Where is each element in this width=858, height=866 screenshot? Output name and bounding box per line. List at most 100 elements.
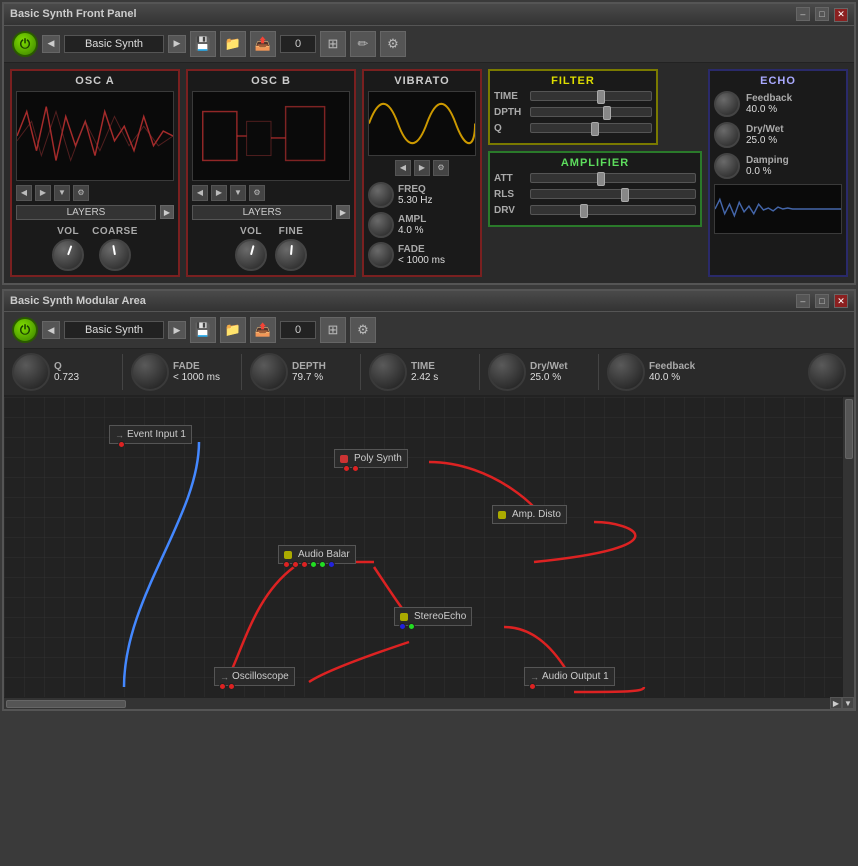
osc-a-play-btn[interactable]: ▶ <box>35 185 51 201</box>
modular-power-button[interactable]: ⏻ <box>12 317 38 343</box>
poly-synth-port-1[interactable] <box>343 465 350 472</box>
close-button[interactable]: ✕ <box>834 8 848 22</box>
strip-q-knob[interactable] <box>12 353 50 391</box>
modular-maximize-button[interactable]: □ <box>815 294 829 308</box>
settings-button[interactable]: ⚙ <box>380 31 406 57</box>
event-input-node[interactable]: → Event Input 1 <box>109 425 192 444</box>
audio-balar-port-r2[interactable] <box>292 561 299 568</box>
filter-dpth-thumb[interactable] <box>603 106 611 120</box>
osc-a-prev-btn[interactable]: ◀ <box>16 185 32 201</box>
amp-drv-thumb[interactable] <box>580 204 588 218</box>
audio-balar-port-b1[interactable] <box>328 561 335 568</box>
stereo-echo-port-g1[interactable] <box>408 623 415 630</box>
modular-counter[interactable]: 0 <box>280 321 316 339</box>
osc-b-fine-knob[interactable] <box>275 239 307 271</box>
scroll-arrow-down[interactable]: ▼ <box>842 697 854 709</box>
oscilloscope-port-r2[interactable] <box>228 683 235 690</box>
modular-close-button[interactable]: ✕ <box>834 294 848 308</box>
export-preset-button[interactable]: 📤 <box>250 31 276 57</box>
vibrato-play-btn[interactable]: ▶ <box>414 160 430 176</box>
filter-time-thumb[interactable] <box>597 90 605 104</box>
osc-a-layers-arrow[interactable]: ▶ <box>160 205 174 219</box>
audio-output-node[interactable]: → Audio Output 1 <box>524 667 615 686</box>
osc-b-vol-knob[interactable] <box>235 239 267 271</box>
echo-drywet-knob[interactable] <box>714 122 740 148</box>
event-input-port-red[interactable] <box>118 441 125 448</box>
filter-time-track[interactable] <box>530 91 652 101</box>
power-button[interactable]: ⏻ <box>12 31 38 57</box>
amp-rls-track[interactable] <box>530 189 696 199</box>
modular-export-btn[interactable]: 📤 <box>250 317 276 343</box>
strip-feedback-knob[interactable] <box>607 353 645 391</box>
amp-rls-thumb[interactable] <box>621 188 629 202</box>
amp-disto-node[interactable]: Amp. Disto <box>492 505 567 524</box>
strip-drywet-knob[interactable] <box>488 353 526 391</box>
load-preset-button[interactable]: 📁 <box>220 31 246 57</box>
osc-b-layers-arrow[interactable]: ▶ <box>336 205 350 219</box>
modular-win-buttons: – □ ✕ <box>794 294 848 309</box>
amp-att-thumb[interactable] <box>597 172 605 186</box>
echo-damping-knob[interactable] <box>714 153 740 179</box>
counter-field[interactable]: 0 <box>280 35 316 53</box>
stereo-echo-port-b1[interactable] <box>399 623 406 630</box>
modular-next-btn[interactable]: ▶ <box>168 321 186 339</box>
osc-a-down-btn[interactable]: ▼ <box>54 185 70 201</box>
audio-balar-port-g2[interactable] <box>319 561 326 568</box>
osc-b-play-btn[interactable]: ▶ <box>211 185 227 201</box>
edit-button[interactable]: ✏ <box>350 31 376 57</box>
filter-q-thumb[interactable] <box>591 122 599 136</box>
poly-synth-node[interactable]: Poly Synth <box>334 449 408 468</box>
oscilloscope-node[interactable]: → Oscilloscope <box>214 667 295 686</box>
osc-b-down-btn[interactable]: ▼ <box>230 185 246 201</box>
vertical-scrollbar[interactable] <box>842 397 854 697</box>
osc-b-settings-btn[interactable]: ⚙ <box>249 185 265 201</box>
amp-att-track[interactable] <box>530 173 696 183</box>
vibrato-ampl-knob[interactable] <box>368 212 394 238</box>
echo-drywet-row: Dry/Wet 25.0 % <box>714 122 842 148</box>
strip-time-knob[interactable] <box>369 353 407 391</box>
horizontal-scrollbar-thumb[interactable] <box>6 700 126 708</box>
audio-balar-node[interactable]: Audio Balar <box>278 545 356 564</box>
modular-minimize-button[interactable]: – <box>796 294 810 308</box>
modular-settings-btn[interactable]: ⚙ <box>350 317 376 343</box>
modular-load-btn[interactable]: 📁 <box>220 317 246 343</box>
osc-a-coarse-knob[interactable] <box>99 239 131 271</box>
modular-save-btn[interactable]: 💾 <box>190 317 216 343</box>
strip-depth-knob[interactable] <box>250 353 288 391</box>
audio-balar-port-r1[interactable] <box>283 561 290 568</box>
next-preset-button[interactable]: ▶ <box>168 35 186 53</box>
vibrato-freq-knob[interactable] <box>368 182 394 208</box>
strip-fade-knob[interactable] <box>131 353 169 391</box>
modular-prev-btn[interactable]: ◀ <box>42 321 60 339</box>
save-preset-button[interactable]: 💾 <box>190 31 216 57</box>
filter-q-track[interactable] <box>530 123 652 133</box>
strip-last-knob[interactable] <box>808 353 846 391</box>
vibrato-settings-btn[interactable]: ⚙ <box>433 160 449 176</box>
osc-a-settings-btn[interactable]: ⚙ <box>73 185 89 201</box>
vibrato-fade-knob[interactable] <box>368 242 394 268</box>
random-button[interactable]: ⊞ <box>320 31 346 57</box>
strip-q-value: 0.723 <box>54 372 114 383</box>
horizontal-scrollbar[interactable] <box>4 697 830 709</box>
amp-drv-track[interactable] <box>530 205 696 215</box>
scroll-arrow-right[interactable]: ▶ <box>830 697 842 709</box>
modular-toolbar: ⏻ ◀ Basic Synth ▶ 💾 📁 📤 0 ⊞ ⚙ <box>4 312 854 349</box>
prev-preset-button[interactable]: ◀ <box>42 35 60 53</box>
vertical-scrollbar-thumb[interactable] <box>845 399 853 459</box>
osc-a-vol-knob[interactable] <box>52 239 84 271</box>
stereo-echo-node[interactable]: StereoEcho <box>394 607 472 626</box>
audio-balar-port-g1[interactable] <box>310 561 317 568</box>
vibrato-prev-btn[interactable]: ◀ <box>395 160 411 176</box>
maximize-button[interactable]: □ <box>815 7 829 21</box>
audio-output-port-r1[interactable] <box>529 683 536 690</box>
poly-synth-port-2[interactable] <box>352 465 359 472</box>
oscilloscope-port-r1[interactable] <box>219 683 226 690</box>
osc-b-prev-btn[interactable]: ◀ <box>192 185 208 201</box>
filter-dpth-track[interactable] <box>530 107 652 117</box>
minimize-button[interactable]: – <box>796 7 810 21</box>
modular-random-btn[interactable]: ⊞ <box>320 317 346 343</box>
amp-rls-label: RLS <box>494 189 526 200</box>
audio-balar-port-r3[interactable] <box>301 561 308 568</box>
echo-feedback-knob[interactable] <box>714 91 740 117</box>
strip-time-info: TIME 2.42 s <box>411 361 471 383</box>
